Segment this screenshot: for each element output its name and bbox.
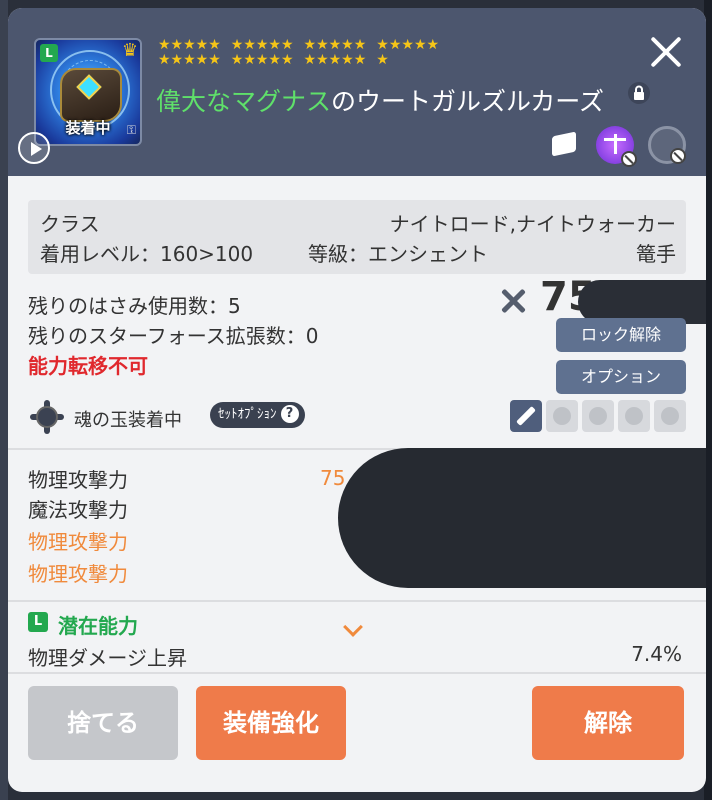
section-divider (8, 600, 706, 602)
star-group: ★★★★★ (230, 37, 294, 53)
sword-shape (516, 406, 536, 426)
class-value: ナイトロード,ナイトウォーカー (389, 212, 676, 236)
section-divider (8, 672, 706, 674)
enhance-button[interactable]: 装備強化 (196, 686, 346, 760)
soul-orb-icon (30, 400, 64, 434)
item-name-base: のウートガルズルカーズ (331, 87, 605, 116)
stat-label: 物理攻撃力 (28, 530, 128, 554)
scale-post (614, 134, 617, 154)
item-detail-dialog: L ♛ 装着中 ⚿ ★★★★★ ★★★★★ ★★★★★ ★★★★★ ★★★★★ ★★★★… (8, 8, 706, 792)
potential-stat-label: 物理ダメージ上昇 (28, 646, 187, 670)
close-icon[interactable] (644, 30, 688, 74)
legendary-potential-badge: L (28, 612, 48, 632)
level-row: 着用レベル：160>100 等級：エンシェント 篭手 (40, 238, 676, 267)
soul-body (36, 406, 58, 428)
star-group: ★★★★★ (303, 37, 367, 53)
unlock-button[interactable]: ロック解除 (556, 318, 686, 352)
star-group: ★★★★★ (158, 52, 221, 68)
potential-title: 潜在能力 (58, 614, 138, 638)
slot-shape (589, 407, 607, 425)
star-group: ★★★★★ (230, 52, 294, 68)
chevron-down-icon[interactable] (343, 617, 363, 637)
balance-scale-icon[interactable] (596, 126, 637, 167)
slot-shape (625, 407, 643, 425)
item-grade: 等級：エンシェント (308, 242, 488, 266)
potential-stat-value: 7.4% (631, 642, 682, 666)
item-thumbnail[interactable]: L ♛ 装着中 ⚿ (34, 38, 142, 146)
cycle-icon[interactable] (648, 126, 686, 164)
required-level: 着用レベル：160>100 (40, 242, 254, 266)
disabled-badge-icon (670, 148, 686, 164)
star-group: ★★★★★ (303, 52, 367, 68)
slot-icon-4[interactable] (618, 400, 650, 432)
soul-equipped-label: 魂の玉装着中 (74, 410, 182, 431)
unequip-button[interactable]: 解除 (532, 686, 684, 760)
box-shape (552, 131, 576, 157)
star-group: ★ (376, 52, 389, 68)
background-left (0, 0, 8, 800)
sword-slot-icon[interactable] (510, 400, 542, 432)
inventory-box-icon[interactable] (546, 126, 584, 164)
option-button[interactable]: オプション (556, 360, 686, 394)
slot-icon-2[interactable] (546, 400, 578, 432)
set-option-label: ｾｯﾄｵﾌﾟｼｮﾝ (218, 407, 277, 422)
item-name: 偉大なマグナスのウートガルズルカーズ (156, 82, 604, 118)
scissors-remaining: 残りのはさみ使用数：5 (28, 294, 241, 318)
class-label: クラス (40, 212, 100, 236)
redaction-mark (338, 448, 706, 588)
item-type: 篭手 (636, 242, 676, 266)
slot-icon-3[interactable] (582, 400, 614, 432)
item-info-box: クラス ナイトロード,ナイトウォーカー 着用レベル：160>100 等級：エンシ… (28, 200, 686, 274)
class-row: クラス ナイトロード,ナイトウォーカー (40, 208, 676, 237)
item-name-prefix: 偉大なマグナス (156, 87, 332, 116)
small-lock-icon: ⚿ (126, 123, 136, 137)
transfer-disabled-notice: 能力転移不可 (28, 354, 148, 378)
stat-label: 物理攻撃力 (28, 468, 128, 492)
discard-button[interactable]: 捨てる (28, 686, 178, 760)
slot-shape (661, 407, 679, 425)
stat-value: 75 (320, 466, 346, 490)
crown-icon: ♛ (121, 40, 138, 61)
star-group: ★★★★★ (376, 37, 440, 53)
set-option-button[interactable]: ｾｯﾄｵﾌﾟｼｮﾝ? (210, 402, 305, 428)
slot-icon-5[interactable] (654, 400, 686, 432)
starforce-remaining: 残りのスターフォース拡張数：0 (28, 324, 319, 348)
stat-label: 物理攻撃力 (28, 562, 128, 586)
star-force-stars: ★★★★★ ★★★★★ ★★★★★ ★★★★★ ★★★★★ ★★★★★ ★★★★★ ★ (158, 38, 578, 68)
help-icon[interactable]: ? (280, 405, 299, 423)
star-group: ★★★★★ (158, 37, 221, 53)
lock-icon[interactable] (628, 82, 650, 104)
disabled-badge-icon (621, 151, 637, 167)
stars-row-1: ★★★★★ ★★★★★ ★★★★★ ★★★★★ (158, 38, 578, 53)
legendary-badge: L (40, 44, 58, 62)
stat-label: 魔法攻撃力 (28, 498, 128, 522)
crossed-swords-icon (498, 286, 528, 316)
equipped-label: 装着中 (65, 119, 111, 137)
item-header: L ♛ 装着中 ⚿ ★★★★★ ★★★★★ ★★★★★ ★★★★★ ★★★★★ ★★★★… (8, 8, 706, 176)
stars-row-2: ★★★★★ ★★★★★ ★★★★★ ★ (158, 53, 578, 68)
play-icon[interactable] (18, 132, 50, 164)
slot-shape (553, 407, 571, 425)
